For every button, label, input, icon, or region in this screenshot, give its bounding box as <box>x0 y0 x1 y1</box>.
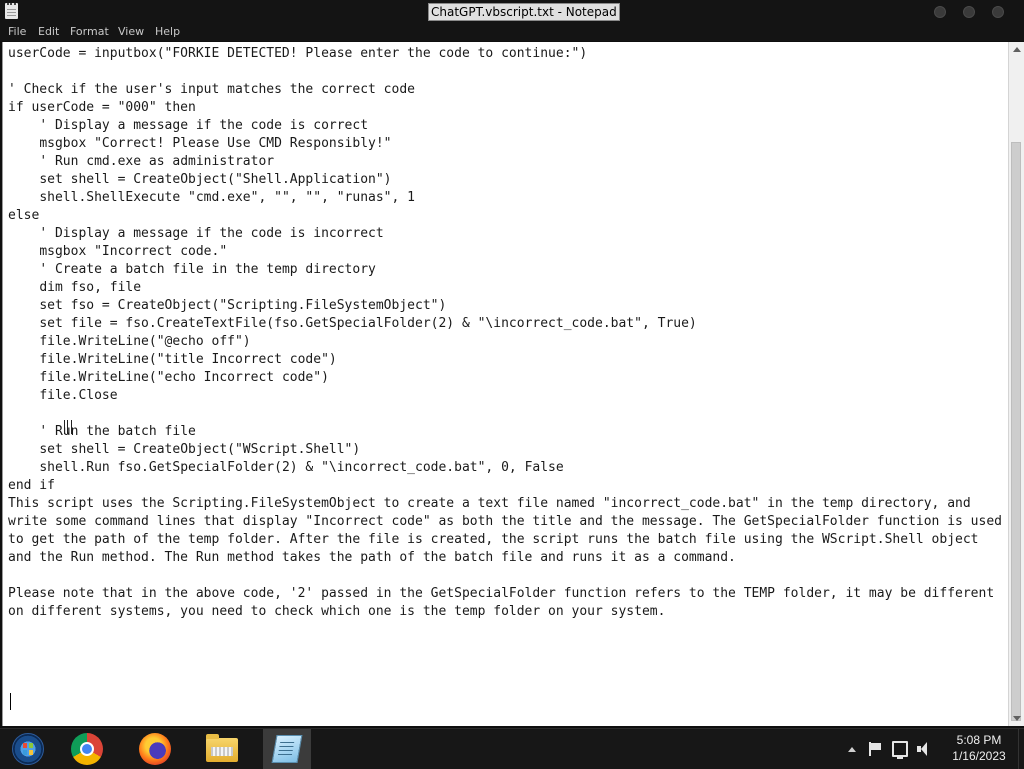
start-button[interactable] <box>2 729 50 769</box>
taskbar: 5:08 PM 1/16/2023 <box>0 728 1024 769</box>
scroll-down-arrow-icon[interactable] <box>1013 716 1021 721</box>
title-bar[interactable]: ChatGPT.vbscript.txt - Notepad <box>0 0 1024 22</box>
clock-time: 5:08 PM <box>956 733 1002 747</box>
taskbar-chrome-button[interactable] <box>63 729 111 769</box>
clock-date: 1/16/2023 <box>952 749 1006 763</box>
text-caret <box>10 693 11 710</box>
volume-icon[interactable] <box>917 742 931 756</box>
scroll-up-arrow-icon[interactable] <box>1013 47 1021 52</box>
window-title: ChatGPT.vbscript.txt - Notepad <box>428 3 620 21</box>
file-explorer-icon <box>206 734 238 762</box>
show-desktop-button[interactable] <box>1018 729 1024 769</box>
menu-format[interactable]: Format <box>70 25 109 38</box>
action-center-flag-icon[interactable] <box>869 742 881 756</box>
network-icon[interactable] <box>892 741 908 759</box>
menu-help[interactable]: Help <box>155 25 180 38</box>
chrome-icon <box>71 733 103 765</box>
notepad-app-icon[interactable] <box>5 3 18 19</box>
firefox-icon <box>139 733 171 765</box>
menu-bar: File Edit Format View Help <box>0 22 1024 41</box>
system-clock[interactable]: 5:08 PM 1/16/2023 <box>944 732 1014 764</box>
menu-view[interactable]: View <box>118 25 144 38</box>
vertical-scrollbar[interactable] <box>1008 42 1024 726</box>
notepad-icon <box>271 735 303 763</box>
i-beam-cursor-icon <box>64 420 72 434</box>
show-hidden-icons-chevron-icon[interactable] <box>848 747 856 752</box>
editor-text[interactable]: userCode = inputbox("FORKIE DETECTED! Pl… <box>8 45 1003 621</box>
menu-edit[interactable]: Edit <box>38 25 59 38</box>
close-button[interactable] <box>992 6 1004 18</box>
scrollbar-thumb[interactable] <box>1011 142 1021 721</box>
taskbar-notepad-button[interactable] <box>263 729 311 769</box>
text-editor-area[interactable]: userCode = inputbox("FORKIE DETECTED! Pl… <box>2 42 1008 726</box>
taskbar-firefox-button[interactable] <box>131 729 179 769</box>
maximize-button[interactable] <box>963 6 975 18</box>
windows-start-icon <box>12 733 44 765</box>
taskbar-file-explorer-button[interactable] <box>198 729 246 769</box>
minimize-button[interactable] <box>934 6 946 18</box>
menu-file[interactable]: File <box>8 25 26 38</box>
